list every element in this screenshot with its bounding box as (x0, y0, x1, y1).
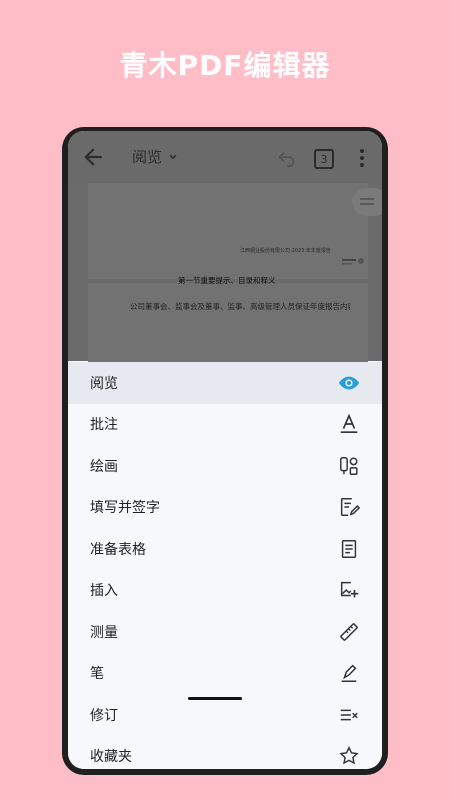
menu-item-label: 阅览 (90, 373, 118, 393)
phone-frame: 阅览 3 (62, 127, 388, 775)
form-icon (338, 538, 360, 560)
menu-item-redact[interactable]: 修订 (68, 694, 382, 736)
menu-item-insert[interactable]: 插入 (68, 570, 382, 612)
page-count: 3 (321, 153, 328, 166)
menu-item-prepare-form[interactable]: 准备表格 (68, 528, 382, 570)
view-mode-dropdown[interactable]: 阅览 (132, 146, 180, 167)
menu-item-annotate[interactable]: 批注 (68, 404, 382, 446)
page-header: 江西铜业股份有限公司 2023 年年度报告 (240, 247, 331, 254)
menu-item-label: 批注 (90, 414, 118, 434)
insert-image-icon (338, 579, 360, 601)
company-logo-icon (340, 255, 366, 269)
menu-item-label: 笔 (90, 663, 104, 683)
chevron-down-icon (166, 150, 180, 164)
body-text: 公司董事会、监事会及董事、监事、高级管理人员保证年度报告内容真实 (130, 301, 350, 312)
menu-item-label: 修订 (90, 705, 118, 725)
page-count-button[interactable]: 3 (314, 149, 334, 169)
redact-icon (338, 704, 360, 726)
home-indicator (188, 697, 242, 700)
text-annotate-icon (338, 413, 360, 435)
menu-item-read[interactable]: 阅览 (68, 362, 382, 404)
document-viewer[interactable] (68, 183, 382, 361)
menu-item-label: 准备表格 (90, 539, 146, 559)
menu-item-label: 收藏夹 (90, 746, 132, 766)
top-app-bar: 阅览 3 (68, 131, 382, 183)
view-mode-label: 阅览 (132, 146, 162, 167)
app-screen: 阅览 3 (68, 131, 382, 769)
mode-menu-sheet: 阅览 批注 绘画 (68, 362, 382, 769)
ruler-icon (338, 621, 360, 643)
menu-item-fill-sign[interactable]: 填写并签字 (68, 487, 382, 529)
pen-icon (338, 662, 360, 684)
section-title: 第一节重要提示、目录和释义 (178, 275, 276, 286)
scroll-handle[interactable] (352, 188, 382, 216)
menu-item-measure[interactable]: 测量 (68, 611, 382, 653)
menu-item-label: 绘画 (90, 456, 118, 476)
document-page (88, 283, 368, 363)
fill-sign-icon (338, 496, 360, 518)
menu-item-draw[interactable]: 绘画 (68, 445, 382, 487)
menu-item-favorites[interactable]: 收藏夹 (68, 736, 382, 770)
menu-item-label: 测量 (90, 622, 118, 642)
menu-item-label: 插入 (90, 580, 118, 600)
drawing-tools-icon (338, 455, 360, 477)
undo-icon[interactable] (276, 147, 298, 169)
menu-item-pen[interactable]: 笔 (68, 653, 382, 695)
promo-title: 青木PDF编辑器 (0, 44, 450, 84)
more-vert-icon[interactable] (354, 147, 370, 169)
eye-icon (338, 372, 360, 394)
back-arrow-icon[interactable] (80, 144, 106, 170)
menu-item-label: 填写并签字 (90, 497, 160, 517)
document-page (88, 183, 368, 279)
star-icon (338, 745, 360, 767)
drag-handle-icon (360, 196, 374, 208)
